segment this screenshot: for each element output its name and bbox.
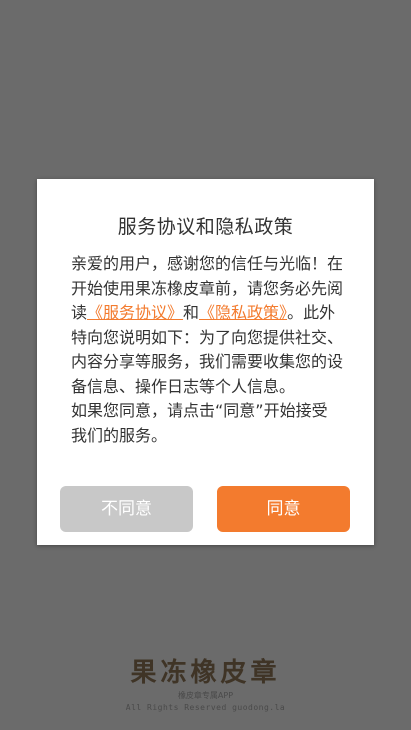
privacy-dialog: 服务协议和隐私政策 亲爱的用户，感谢您的信任与光临！在开始使用果冻橡皮章前，请您… [37,179,374,545]
agree-button[interactable]: 同意 [217,486,350,532]
dialog-title: 服务协议和隐私政策 [117,216,294,238]
brand-logo-text: 果冻橡皮章 [130,658,281,688]
app-screen: 服务协议和隐私政策 亲爱的用户，感谢您的信任与光临！在开始使用果冻橡皮章前，请您… [0,0,411,730]
privacy-policy-link[interactable]: 《隐私政策》 [199,303,287,322]
dialog-and-text: 和 [183,303,200,322]
service-agreement-link[interactable]: 《服务协议》 [87,303,183,322]
copyright-text: All Rights Reserved guodong.la [125,703,286,712]
disagree-button[interactable]: 不同意 [60,486,193,532]
brand-subtitle: 橡皮章专属APP [177,691,234,700]
dialog-body: 亲爱的用户，感谢您的信任与光临！在开始使用果冻橡皮章前，请您务必先阅读《服务协议… [71,252,343,448]
dialog-consent-text: 如果您同意，请点击“同意”开始接受我们的服务。 [71,401,328,445]
